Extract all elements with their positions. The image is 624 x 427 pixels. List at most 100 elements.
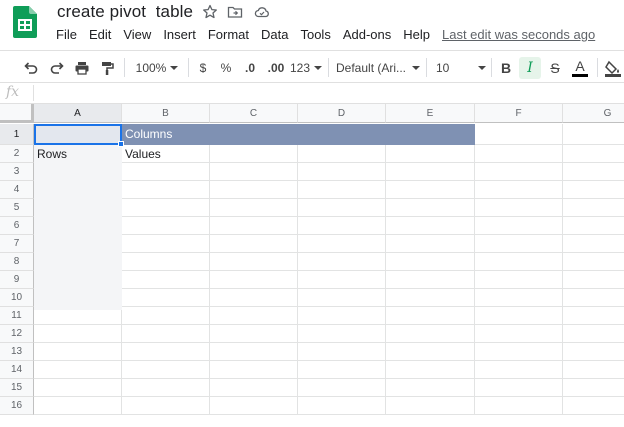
grid-cell[interactable] <box>298 235 386 253</box>
grid-cell[interactable] <box>563 271 624 289</box>
cell-a2[interactable]: Rows <box>34 145 122 163</box>
grid-cell[interactable] <box>386 145 475 163</box>
grid-cell[interactable] <box>563 145 624 163</box>
sheets-logo-icon[interactable] <box>13 6 37 38</box>
menu-edit[interactable]: Edit <box>89 26 111 44</box>
grid-cell[interactable] <box>122 271 210 289</box>
column-header-c[interactable]: C <box>210 104 298 123</box>
row-header-13[interactable]: 13 <box>0 343 34 361</box>
grid-cell[interactable] <box>475 181 563 199</box>
grid-cell[interactable] <box>210 199 298 217</box>
menu-addons[interactable]: Add-ons <box>343 26 391 44</box>
grid-cell[interactable] <box>298 343 386 361</box>
grid-cell[interactable] <box>563 124 624 145</box>
column-header-d[interactable]: D <box>298 104 386 123</box>
row-header-7[interactable]: 7 <box>0 235 34 253</box>
print-button[interactable] <box>71 57 93 79</box>
grid-cell[interactable] <box>563 199 624 217</box>
grid-cell[interactable] <box>298 145 386 163</box>
grid-cell[interactable] <box>122 343 210 361</box>
grid-cell[interactable] <box>386 271 475 289</box>
column-header-f[interactable]: F <box>475 104 563 123</box>
menu-tools[interactable]: Tools <box>300 26 330 44</box>
grid-cell[interactable] <box>475 343 563 361</box>
grid-cell[interactable] <box>563 379 624 397</box>
grid-cell[interactable] <box>122 397 210 415</box>
grid-cell[interactable] <box>298 289 386 307</box>
grid-cell[interactable] <box>210 289 298 307</box>
zoom-select[interactable]: 100% <box>132 57 182 79</box>
grid-cell[interactable] <box>210 181 298 199</box>
grid-cell[interactable] <box>122 163 210 181</box>
grid-cell[interactable] <box>34 397 122 415</box>
grid-cell[interactable] <box>298 181 386 199</box>
column-header-g[interactable]: G <box>563 104 624 123</box>
row-header-16[interactable]: 16 <box>0 397 34 415</box>
grid-cell[interactable] <box>298 397 386 415</box>
grid-cell[interactable] <box>563 217 624 235</box>
grid-cell[interactable] <box>475 253 563 271</box>
font-family-select[interactable]: Default (Ari... <box>336 57 420 79</box>
grid-cell[interactable] <box>298 361 386 379</box>
star-icon[interactable] <box>202 4 218 20</box>
paint-format-button[interactable] <box>96 57 118 79</box>
last-edit-link[interactable]: Last edit was seconds ago <box>442 26 595 44</box>
menu-view[interactable]: View <box>123 26 151 44</box>
grid-cell[interactable] <box>475 145 563 163</box>
grid-cell[interactable] <box>122 289 210 307</box>
grid-cell[interactable] <box>122 217 210 235</box>
grid-cell[interactable] <box>386 379 475 397</box>
grid-cell[interactable] <box>34 361 122 379</box>
grid-cell[interactable] <box>210 235 298 253</box>
italic-button[interactable]: I <box>519 57 541 79</box>
menu-insert[interactable]: Insert <box>163 26 196 44</box>
grid-cell[interactable] <box>386 289 475 307</box>
menu-data[interactable]: Data <box>261 26 288 44</box>
grid-cell[interactable] <box>122 361 210 379</box>
grid-cell[interactable] <box>298 379 386 397</box>
row-header-6[interactable]: 6 <box>0 217 34 235</box>
redo-button[interactable] <box>46 57 68 79</box>
row-header-9[interactable]: 9 <box>0 271 34 289</box>
grid-cell[interactable] <box>34 343 122 361</box>
cloud-saved-icon[interactable] <box>254 4 270 20</box>
grid-cell[interactable] <box>475 217 563 235</box>
text-color-button[interactable]: A <box>569 57 591 79</box>
strikethrough-button[interactable]: S <box>545 57 565 79</box>
currency-format-button[interactable]: $ <box>195 57 211 79</box>
grid-cell[interactable] <box>298 199 386 217</box>
row-header-4[interactable]: 4 <box>0 181 34 199</box>
grid-cell[interactable] <box>386 397 475 415</box>
row-header-2[interactable]: 2 <box>0 145 34 163</box>
grid-cell[interactable] <box>475 124 563 145</box>
grid-cell[interactable] <box>298 217 386 235</box>
grid-cell[interactable] <box>386 307 475 325</box>
move-to-folder-icon[interactable] <box>227 4 243 20</box>
grid-cell[interactable] <box>298 325 386 343</box>
grid-cell[interactable] <box>386 199 475 217</box>
grid-cell[interactable] <box>386 163 475 181</box>
column-header-e[interactable]: E <box>386 104 475 123</box>
grid-cell[interactable] <box>386 343 475 361</box>
grid-cell[interactable] <box>563 307 624 325</box>
column-header-a[interactable]: A <box>34 104 122 123</box>
formula-input[interactable] <box>40 85 620 102</box>
grid-cell[interactable] <box>122 181 210 199</box>
grid-cell[interactable] <box>210 307 298 325</box>
grid-cell[interactable] <box>210 379 298 397</box>
decrease-decimal-button[interactable]: .0 <box>240 57 260 79</box>
grid-cell[interactable] <box>210 271 298 289</box>
grid-cell[interactable] <box>386 181 475 199</box>
grid-cell[interactable] <box>210 253 298 271</box>
grid-cell[interactable] <box>210 343 298 361</box>
grid-cell[interactable] <box>122 307 210 325</box>
cell-b2[interactable]: Values <box>122 145 210 163</box>
grid-cell[interactable] <box>210 163 298 181</box>
row-header-5[interactable]: 5 <box>0 199 34 217</box>
grid-cell[interactable] <box>122 253 210 271</box>
grid-cell[interactable] <box>386 253 475 271</box>
grid-cell[interactable] <box>298 253 386 271</box>
grid-cell[interactable] <box>563 235 624 253</box>
grid-cell[interactable] <box>210 217 298 235</box>
grid-cell[interactable] <box>475 271 563 289</box>
